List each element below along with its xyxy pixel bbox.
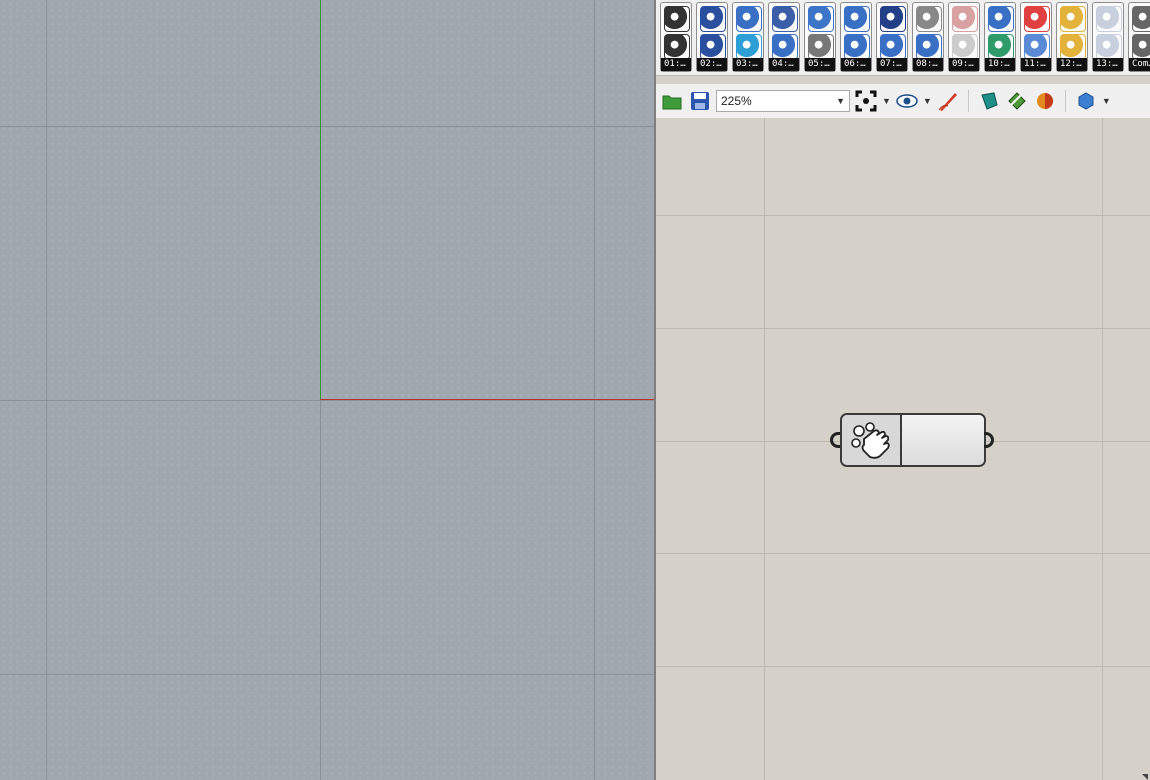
sketch-pen-icon[interactable] — [936, 89, 960, 113]
component-tab[interactable]: 06:… — [840, 2, 872, 72]
component-tab-label: 09:… — [949, 58, 979, 71]
component-tab[interactable]: 13:… — [1092, 2, 1124, 72]
x-axis-line — [320, 399, 654, 400]
component-tab[interactable]: 05:… — [804, 2, 836, 72]
toolbar-separator — [967, 90, 969, 112]
preview-eye-icon[interactable] — [895, 89, 919, 113]
text-icon[interactable] — [880, 6, 906, 32]
panel-icon[interactable] — [1024, 34, 1050, 60]
grasshopper-canvas[interactable] — [656, 118, 1150, 780]
grasshopper-panel: 01:… 02:… 03:… 04:… 05:… 06:… 07:… 08:… 09:… 10:…… — [654, 0, 1150, 780]
zoom-select[interactable]: 225% ▼ — [716, 90, 850, 112]
transform-icon[interactable] — [844, 6, 870, 32]
component-tab-label: 02:… — [697, 58, 727, 71]
toolbar-separator — [1064, 90, 1066, 112]
canvas-grid-line — [656, 553, 1150, 554]
component-tab[interactable]: 08:… — [912, 2, 944, 72]
curve-icon[interactable] — [664, 6, 690, 32]
figure-icon[interactable] — [1132, 6, 1150, 32]
component-input-grip[interactable] — [830, 432, 840, 448]
button-component-body[interactable] — [902, 415, 984, 465]
mesh-box-icon[interactable] — [772, 34, 798, 60]
component-tab-label: 04:… — [769, 58, 799, 71]
chevron-down-icon[interactable]: ▼ — [923, 96, 932, 106]
component-tab-label: 03:… — [733, 58, 763, 71]
canvas-grid-line — [764, 118, 765, 780]
color-grid-icon[interactable] — [1024, 6, 1050, 32]
component-tab[interactable]: 07:… — [876, 2, 908, 72]
render-icon[interactable] — [952, 34, 978, 60]
points-icon[interactable] — [700, 34, 726, 60]
component-tab[interactable]: 10:… — [984, 2, 1016, 72]
globe-icon[interactable] — [880, 34, 906, 60]
toolbox-icon[interactable] — [1060, 6, 1086, 32]
surface-re-icon[interactable] — [736, 6, 762, 32]
y-axis-line — [320, 0, 321, 400]
chevron-down-icon[interactable]: ▼ — [882, 96, 891, 106]
stack-icon[interactable] — [1060, 34, 1086, 60]
component-tab-label: 01:… — [661, 58, 691, 71]
component-tab-label: 08:… — [913, 58, 943, 71]
bent-plane-icon[interactable] — [988, 6, 1014, 32]
save-icon[interactable] — [688, 89, 712, 113]
component-tab-label: 05:… — [805, 58, 835, 71]
component-tab-bar: 01:… 02:… 03:… 04:… 05:… 06:… 07:… 08:… 09:… 10:…… — [656, 0, 1150, 76]
mesh-icon[interactable] — [772, 6, 798, 32]
preview-selected-icon[interactable] — [1005, 89, 1029, 113]
component-tab-label: 07:… — [877, 58, 907, 71]
canvas-grid-line — [656, 215, 1150, 216]
component-tab-label: 11:… — [1021, 58, 1051, 71]
component-tab[interactable]: 01:… — [660, 2, 692, 72]
zoom-extents-icon[interactable] — [854, 89, 878, 113]
preview-shaded-icon[interactable] — [977, 89, 1001, 113]
panel-corner-marker — [1142, 774, 1148, 780]
component-tab[interactable]: 02:… — [696, 2, 728, 72]
rhino-viewport[interactable] — [0, 0, 654, 780]
component-tab[interactable]: 04:… — [768, 2, 800, 72]
box-icon[interactable] — [1096, 6, 1122, 32]
material-icon[interactable] — [1033, 89, 1057, 113]
canvas-grid-line — [656, 666, 1150, 667]
canvas-toolbar: 225% ▼ ▼ ▼ ▼ — [656, 84, 1150, 118]
render-icon[interactable] — [952, 6, 978, 32]
component-tab[interactable]: 11:… — [1020, 2, 1052, 72]
display-mode-icon[interactable] — [1074, 89, 1098, 113]
chevron-down-icon: ▼ — [836, 96, 845, 106]
boolean-icon[interactable] — [808, 34, 834, 60]
component-tab[interactable]: 09:… — [948, 2, 980, 72]
component-tab-label: 12:… — [1057, 58, 1087, 71]
button-component[interactable] — [840, 413, 986, 467]
gears-icon[interactable] — [916, 34, 942, 60]
component-tab-label: 06:… — [841, 58, 871, 71]
open-file-icon[interactable] — [660, 89, 684, 113]
canvas-grid-line — [656, 328, 1150, 329]
canvas-grid-line — [1102, 118, 1103, 780]
points-icon[interactable] — [700, 6, 726, 32]
component-tab[interactable]: 12:… — [1056, 2, 1088, 72]
figure-icon[interactable] — [1132, 34, 1150, 60]
chevron-down-icon[interactable]: ▼ — [1102, 96, 1111, 106]
zoom-value: 225% — [721, 94, 752, 108]
component-tab-label: 10:… — [985, 58, 1015, 71]
component-tab-label: Com… — [1129, 58, 1150, 71]
component-tab[interactable]: 03:… — [732, 2, 764, 72]
transform-icon[interactable] — [844, 34, 870, 60]
hand-icon[interactable] — [916, 6, 942, 32]
shape-icon[interactable] — [1096, 34, 1122, 60]
bent-plane-icon[interactable] — [988, 34, 1014, 60]
component-tab-label: 13:… — [1093, 58, 1123, 71]
hand-click-icon — [842, 415, 902, 465]
circle-icon[interactable] — [664, 34, 690, 60]
component-output-grip[interactable] — [984, 432, 994, 448]
sphere-icon[interactable] — [808, 6, 834, 32]
component-tab[interactable]: Com… — [1128, 2, 1150, 72]
surface-sq-icon[interactable] — [736, 34, 762, 60]
